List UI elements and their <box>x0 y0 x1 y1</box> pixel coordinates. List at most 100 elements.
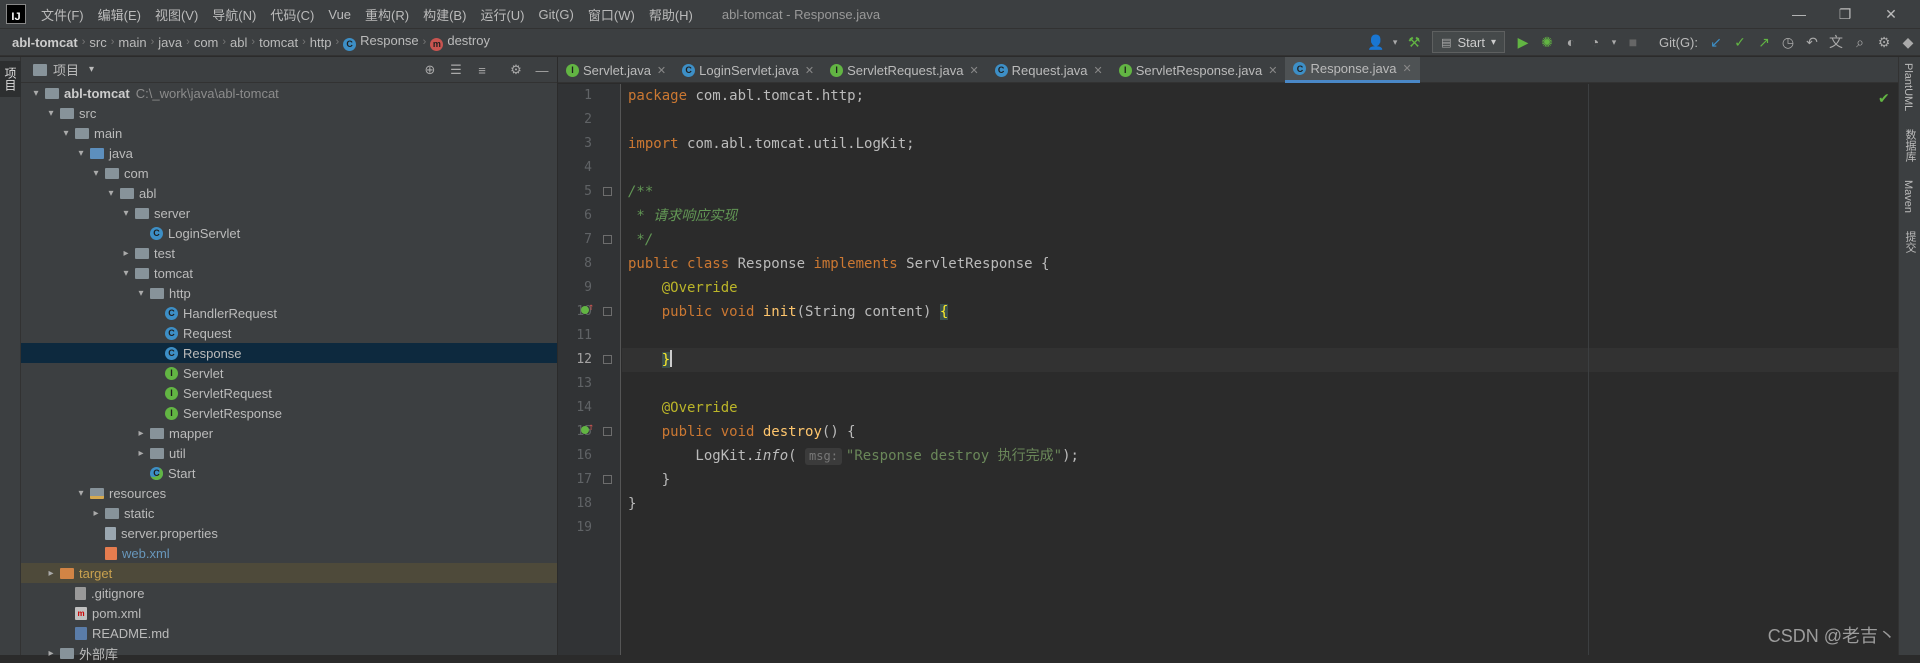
chevron-right-icon[interactable]: ▸ <box>134 448 148 459</box>
hide-icon[interactable]: — <box>533 61 551 79</box>
editor-tab[interactable]: C Response.java ✕ <box>1285 57 1420 83</box>
close-tab-icon[interactable]: ✕ <box>1094 64 1103 77</box>
implements-arrow-icon[interactable]: ↑ <box>588 423 594 433</box>
code-line[interactable]: */ <box>622 228 1898 252</box>
chevron-down-icon[interactable]: ▾ <box>119 268 133 279</box>
settings-gear-icon[interactable]: ⚙ <box>1872 30 1896 54</box>
editor-tab[interactable]: C LoginServlet.java ✕ <box>674 57 822 83</box>
plugin-icon[interactable]: ◆ <box>1896 30 1920 54</box>
tree-item[interactable]: I ServletResponse <box>21 403 557 423</box>
user-icon[interactable]: 👤 <box>1364 30 1388 54</box>
tree-item[interactable]: C LoginServlet <box>21 223 557 243</box>
tree-item[interactable]: server.properties <box>21 523 557 543</box>
chevron-down-icon[interactable]: ▾ <box>1388 30 1402 54</box>
breadcrumb-item[interactable]: com <box>190 35 223 50</box>
no-problems-check-icon[interactable]: ✔ <box>1878 90 1890 107</box>
git-commit-icon[interactable]: ✓ <box>1728 30 1752 54</box>
right-tool-tab[interactable]: Maven <box>1899 174 1917 219</box>
tree-item[interactable]: ▸ mapper <box>21 423 557 443</box>
breadcrumb-item[interactable]: abl <box>226 35 251 50</box>
tree-item[interactable]: ▾ tomcat <box>21 263 557 283</box>
chevron-down-icon[interactable]: ▾ <box>1607 30 1621 54</box>
close-tab-icon[interactable]: ✕ <box>969 64 978 77</box>
project-panel-title[interactable]: 项目 <box>53 60 79 79</box>
tree-item[interactable]: ▸ test <box>21 243 557 263</box>
menu-item-2[interactable]: 视图(V) <box>148 5 205 24</box>
tree-item[interactable]: ▾ main <box>21 123 557 143</box>
code-line[interactable]: LogKit.info( msg: "Response destroy 执行完成"… <box>622 444 1898 468</box>
breadcrumb-item[interactable]: src <box>85 35 110 50</box>
close-tab-icon[interactable]: ✕ <box>1402 62 1411 75</box>
chevron-down-icon[interactable]: ▾ <box>119 208 133 219</box>
tree-item[interactable]: I ServletRequest <box>21 383 557 403</box>
tree-item[interactable]: ▾ resources <box>21 483 557 503</box>
chevron-down-icon[interactable]: ▾ <box>74 488 88 499</box>
menu-item-3[interactable]: 导航(N) <box>205 5 263 24</box>
tree-item[interactable]: ▸ util <box>21 443 557 463</box>
minimize-icon[interactable]: — <box>1776 0 1822 28</box>
tree-item[interactable]: ▾ com <box>21 163 557 183</box>
git-update-icon[interactable]: ↙ <box>1704 30 1728 54</box>
tree-item[interactable]: C Start <box>21 463 557 483</box>
project-tool-tab[interactable]: 项目 <box>0 61 21 97</box>
code-line[interactable] <box>622 108 1898 132</box>
breadcrumb-item[interactable]: C Response <box>339 33 423 51</box>
breadcrumb-item[interactable]: abl-tomcat <box>8 35 82 50</box>
tree-item[interactable]: ▾ abl <box>21 183 557 203</box>
profile-icon[interactable]: ◔ <box>1583 30 1607 54</box>
translate-icon[interactable]: 文 <box>1824 30 1848 54</box>
tree-item[interactable]: README.md <box>21 623 557 643</box>
chevron-right-icon[interactable]: ▸ <box>119 248 133 259</box>
tree-item[interactable]: m pom.xml <box>21 603 557 623</box>
menu-item-4[interactable]: 代码(C) <box>263 5 321 24</box>
chevron-right-icon[interactable]: ▸ <box>44 568 58 579</box>
tree-item[interactable]: ▸ static <box>21 503 557 523</box>
build-hammer-icon[interactable]: ⚒ <box>1402 30 1426 54</box>
gear-icon[interactable]: ⚙ <box>507 61 525 79</box>
menu-item-10[interactable]: 窗口(W) <box>581 5 642 24</box>
fold-marker-icon[interactable] <box>603 235 612 244</box>
menu-item-0[interactable]: 文件(F) <box>34 5 91 24</box>
git-push-icon[interactable]: ↗ <box>1752 30 1776 54</box>
close-tab-icon[interactable]: ✕ <box>805 64 814 77</box>
editor-tab[interactable]: I ServletRequest.java ✕ <box>822 57 987 83</box>
chevron-right-icon[interactable]: ▸ <box>134 428 148 439</box>
tree-item[interactable]: ▾ java <box>21 143 557 163</box>
code-line[interactable] <box>622 372 1898 396</box>
menu-item-5[interactable]: Vue <box>321 7 358 22</box>
code-line[interactable]: public void destroy() { <box>622 420 1898 444</box>
code-line[interactable]: package com.abl.tomcat.http; <box>622 84 1898 108</box>
chevron-down-icon[interactable]: ▾ <box>29 88 43 99</box>
coverage-icon[interactable]: ◐ <box>1559 30 1583 54</box>
locate-icon[interactable]: ⊕ <box>421 61 439 79</box>
code-line[interactable]: } <box>622 348 1898 372</box>
search-icon[interactable]: ⌕ <box>1848 30 1872 54</box>
breadcrumb-item[interactable]: m destroy <box>426 33 494 51</box>
code-line[interactable] <box>622 516 1898 540</box>
run-config-select[interactable]: ▤ Start ▾ <box>1432 31 1505 53</box>
right-tool-tab[interactable]: PlantUML <box>1899 57 1917 117</box>
breadcrumb-item[interactable]: http <box>306 35 336 50</box>
implements-arrow-icon[interactable]: ↑ <box>588 303 594 313</box>
code-line[interactable] <box>622 156 1898 180</box>
code-line[interactable]: } <box>622 492 1898 516</box>
tree-item[interactable]: C Response <box>21 343 557 363</box>
tree-item[interactable]: C Request <box>21 323 557 343</box>
breadcrumb-item[interactable]: main <box>114 35 150 50</box>
tree-item[interactable]: ▾ http <box>21 283 557 303</box>
tree-item[interactable]: .gitignore <box>21 583 557 603</box>
chevron-right-icon[interactable]: ▸ <box>89 508 103 519</box>
chevron-down-icon[interactable]: ▾ <box>89 64 94 75</box>
menu-item-7[interactable]: 构建(B) <box>416 5 473 24</box>
chevron-right-icon[interactable]: ▸ <box>44 648 58 659</box>
code-line[interactable]: } <box>622 468 1898 492</box>
close-tab-icon[interactable]: ✕ <box>1268 64 1277 77</box>
chevron-down-icon[interactable]: ▾ <box>74 148 88 159</box>
tree-item[interactable]: ▸ target <box>21 563 557 583</box>
right-tool-tab[interactable]: 提交 <box>1899 225 1920 259</box>
menu-item-11[interactable]: 帮助(H) <box>642 5 700 24</box>
breadcrumb-item[interactable]: tomcat <box>255 35 302 50</box>
code-line[interactable]: public class Response implements Servlet… <box>622 252 1898 276</box>
breadcrumb-item[interactable]: java <box>154 35 186 50</box>
tree-item[interactable]: I Servlet <box>21 363 557 383</box>
